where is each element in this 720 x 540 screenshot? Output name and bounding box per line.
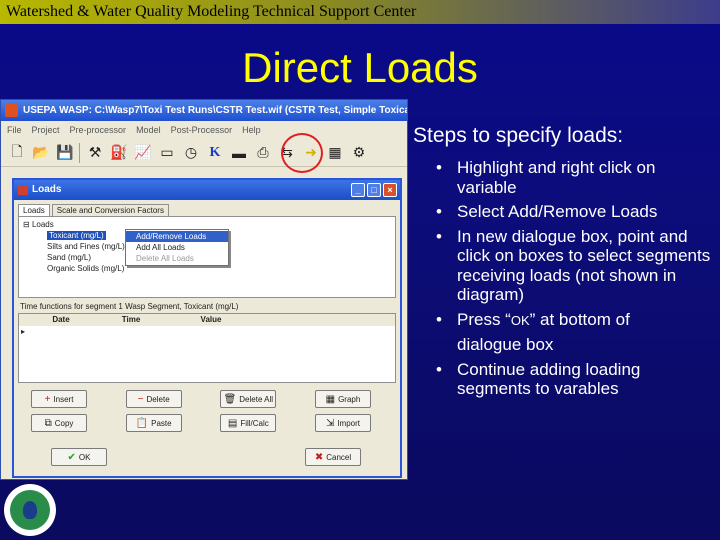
tool-icon[interactable]: ⚒	[85, 143, 105, 163]
import-button[interactable]: ⇲ Import	[314, 414, 371, 432]
window-controls: _ □ ×	[351, 183, 397, 197]
epa-flower-icon	[23, 501, 37, 519]
menu-model[interactable]: Model	[136, 121, 161, 139]
menu-project[interactable]: Project	[32, 121, 60, 139]
button-row-1: + Insert − Delete 🗑 Delete All ▦ Graph	[31, 390, 371, 408]
loads-dialog-title-bar: Loads _ □ ×	[14, 180, 400, 200]
app-title-bar: USEPA WASP: C:\Wasp7\Toxi Test Runs\CSTR…	[1, 100, 407, 121]
check-icon: ✔	[67, 451, 76, 463]
fill-calc-button[interactable]: ▤ Fill/Calc	[220, 414, 277, 432]
plus-icon: +	[44, 393, 51, 405]
graph-button[interactable]: ▦ Graph	[314, 390, 371, 408]
calculator-icon: ▤	[227, 417, 238, 429]
import-icon: ⇲	[325, 417, 335, 429]
toolbar-divider	[79, 142, 81, 163]
menu-item-add-all-loads[interactable]: Add All Loads	[126, 242, 228, 253]
grid-row[interactable]: ▸	[19, 326, 395, 338]
grid-col-value: Value	[200, 315, 222, 324]
app-menu-bar: File Project Pre-processor Model Post-Pr…	[1, 121, 407, 139]
time-function-label: Time functions for segment 1 Wasp Segmen…	[20, 302, 239, 311]
grid-col-date: Date	[52, 315, 70, 324]
graph-icon[interactable]: 📈	[133, 143, 153, 163]
maximize-button[interactable]: □	[367, 183, 381, 197]
cancel-button[interactable]: ✖ Cancel	[305, 448, 361, 466]
ok-button[interactable]: ✔ OK	[51, 448, 107, 466]
app-toolbar: 🗋 📂 💾 ⚒ ⛽ 📈 ▭ ◷ K ▬ ⎙ ⇆ ➜ ▦ ⚙	[1, 139, 407, 167]
paste-button[interactable]: 📋 Paste	[125, 414, 182, 432]
step-bullet-3: In new dialogue box, point and click on …	[436, 227, 716, 305]
context-menu: Add/Remove Loads Add All Loads Delete Al…	[125, 229, 229, 266]
new-icon[interactable]: 🗋	[7, 143, 27, 163]
k-icon[interactable]: K	[205, 143, 225, 163]
open-icon[interactable]: 📂	[31, 143, 51, 163]
minus-icon: −	[137, 393, 144, 405]
copy-button[interactable]: ⧉ Copy	[31, 414, 87, 432]
step-bullet-2: Select Add/Remove Loads	[436, 202, 716, 222]
trash-icon: 🗑	[223, 393, 237, 405]
pump-icon[interactable]: ⛽	[109, 143, 129, 163]
loads-dialog-title: Loads	[32, 184, 62, 195]
step-bullet-5: Continue adding loading segments to vara…	[436, 360, 716, 399]
steps-heading: Steps to specify loads:	[413, 124, 624, 147]
menu-help[interactable]: Help	[242, 121, 261, 139]
epa-seal-logo	[4, 484, 56, 536]
delete-all-button[interactable]: 🗑 Delete All	[220, 390, 277, 408]
step-bullet-4-continued: dialogue box	[457, 335, 554, 354]
chart-icon[interactable]: ▦	[325, 143, 345, 163]
header-bar: Watershed & Water Quality Modeling Techn…	[0, 0, 720, 24]
dialog-tabs: Loads Scale and Conversion Factors	[14, 200, 400, 216]
menu-item-delete-all-loads[interactable]: Delete All Loads	[126, 253, 228, 264]
epa-seal-inner	[10, 490, 50, 530]
tab-loads[interactable]: Loads	[18, 204, 50, 216]
loads-icon[interactable]: ▬	[229, 143, 249, 163]
grid-col-time: Time	[121, 315, 141, 324]
window-icon[interactable]: ▭	[157, 143, 177, 163]
save-icon[interactable]: 💾	[55, 143, 75, 163]
step-bullet-4: Press “OK” at bottom of	[436, 310, 716, 331]
menu-item-add-remove-loads[interactable]: Add/Remove Loads	[126, 231, 228, 242]
print-icon[interactable]: ⎙	[253, 143, 273, 163]
button-row-2: ⧉ Copy 📋 Paste ▤ Fill/Calc ⇲ Import	[31, 414, 371, 432]
menu-file[interactable]: File	[7, 121, 22, 139]
slide-title: Direct Loads	[242, 44, 478, 91]
dialog-icon	[18, 185, 28, 195]
clock-icon[interactable]: ◷	[181, 143, 201, 163]
step-bullet-1: Highlight and right click on variable	[436, 158, 716, 197]
grid-header-marker	[19, 314, 31, 326]
graph-icon: ▦	[325, 393, 336, 405]
dialog-ok-cancel-row: ✔ OK ✖ Cancel	[51, 448, 361, 466]
minimize-button[interactable]: _	[351, 183, 365, 197]
menu-pre-processor[interactable]: Pre-processor	[70, 121, 127, 139]
loads-tree: ⊟ Loads Toxicant (mg/L) Silts and Fines …	[18, 216, 396, 298]
app-logo-icon	[5, 104, 18, 117]
steps-list: Highlight and right click on variable Se…	[436, 158, 716, 404]
time-function-grid[interactable]: Date Time Value ▸	[18, 313, 396, 383]
delete-button[interactable]: − Delete	[125, 390, 182, 408]
wasp-app-window: USEPA WASP: C:\Wasp7\Toxi Test Runs\CSTR…	[0, 99, 408, 480]
copy-icon: ⧉	[44, 417, 52, 429]
tab-scale-conversion[interactable]: Scale and Conversion Factors	[51, 204, 169, 216]
paste-icon: 📋	[135, 417, 149, 429]
loads-toolbar-highlight	[281, 133, 323, 173]
settings-icon[interactable]: ⚙	[349, 143, 369, 163]
app-title: USEPA WASP: C:\Wasp7\Toxi Test Runs\CSTR…	[23, 105, 407, 116]
close-button[interactable]: ×	[383, 183, 397, 197]
menu-post-processor[interactable]: Post-Processor	[171, 121, 233, 139]
dialog-button-grid: + Insert − Delete 🗑 Delete All ▦ Graph ⧉ Copy…	[31, 390, 371, 438]
grid-header: Date Time Value	[19, 314, 395, 326]
insert-button[interactable]: + Insert	[31, 390, 87, 408]
x-icon: ✖	[314, 451, 324, 463]
